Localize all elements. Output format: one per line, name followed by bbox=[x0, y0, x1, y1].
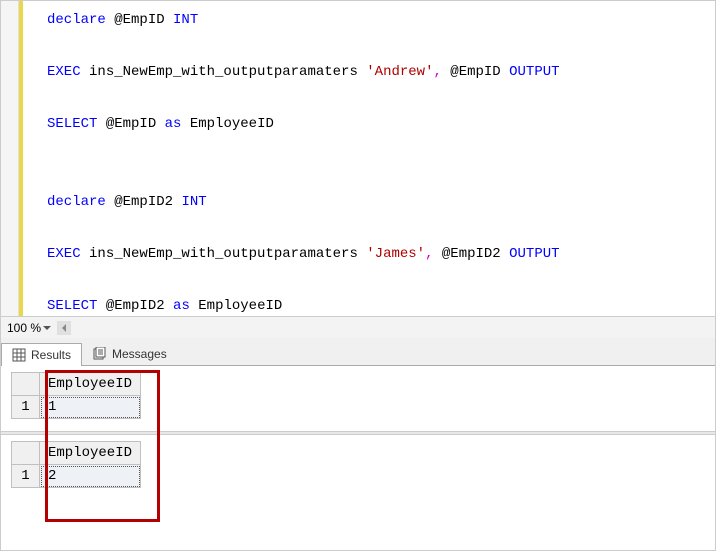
chevron-down-icon bbox=[43, 326, 51, 330]
cell[interactable]: 1 bbox=[40, 396, 141, 419]
cell[interactable]: 2 bbox=[40, 465, 141, 488]
scroll-left-button[interactable] bbox=[57, 321, 71, 335]
row-header[interactable]: 1 bbox=[12, 396, 40, 419]
sql-editor: declare @EmpID INT EXEC ins_NewEmp_with_… bbox=[1, 1, 715, 316]
result-grid-2: EmployeeID 1 2 bbox=[11, 441, 141, 488]
tab-messages-label: Messages bbox=[112, 347, 167, 361]
tab-results-label: Results bbox=[31, 348, 71, 362]
tab-messages[interactable]: Messages bbox=[82, 342, 178, 365]
zoom-level: 100 % bbox=[7, 321, 41, 335]
code-area[interactable]: declare @EmpID INT EXEC ins_NewEmp_with_… bbox=[23, 1, 715, 316]
result-grid-1: EmployeeID 1 1 bbox=[11, 372, 141, 419]
table-row: 1 1 bbox=[12, 396, 141, 419]
column-header[interactable]: EmployeeID bbox=[40, 373, 141, 396]
grid-corner[interactable] bbox=[12, 373, 40, 396]
grid-icon bbox=[12, 348, 26, 362]
editor-gutter bbox=[1, 1, 19, 316]
grid-corner[interactable] bbox=[12, 442, 40, 465]
column-header[interactable]: EmployeeID bbox=[40, 442, 141, 465]
grid-separator bbox=[1, 431, 715, 435]
table-row: 1 2 bbox=[12, 465, 141, 488]
tab-results[interactable]: Results bbox=[1, 343, 82, 366]
messages-icon bbox=[93, 347, 107, 361]
row-header[interactable]: 1 bbox=[12, 465, 40, 488]
results-tabs: Results Messages bbox=[1, 338, 715, 366]
results-panel: EmployeeID 1 1 EmployeeID 1 2 bbox=[1, 366, 715, 488]
zoom-bar: 100 % bbox=[1, 316, 715, 338]
zoom-dropdown[interactable]: 100 % bbox=[5, 321, 53, 335]
